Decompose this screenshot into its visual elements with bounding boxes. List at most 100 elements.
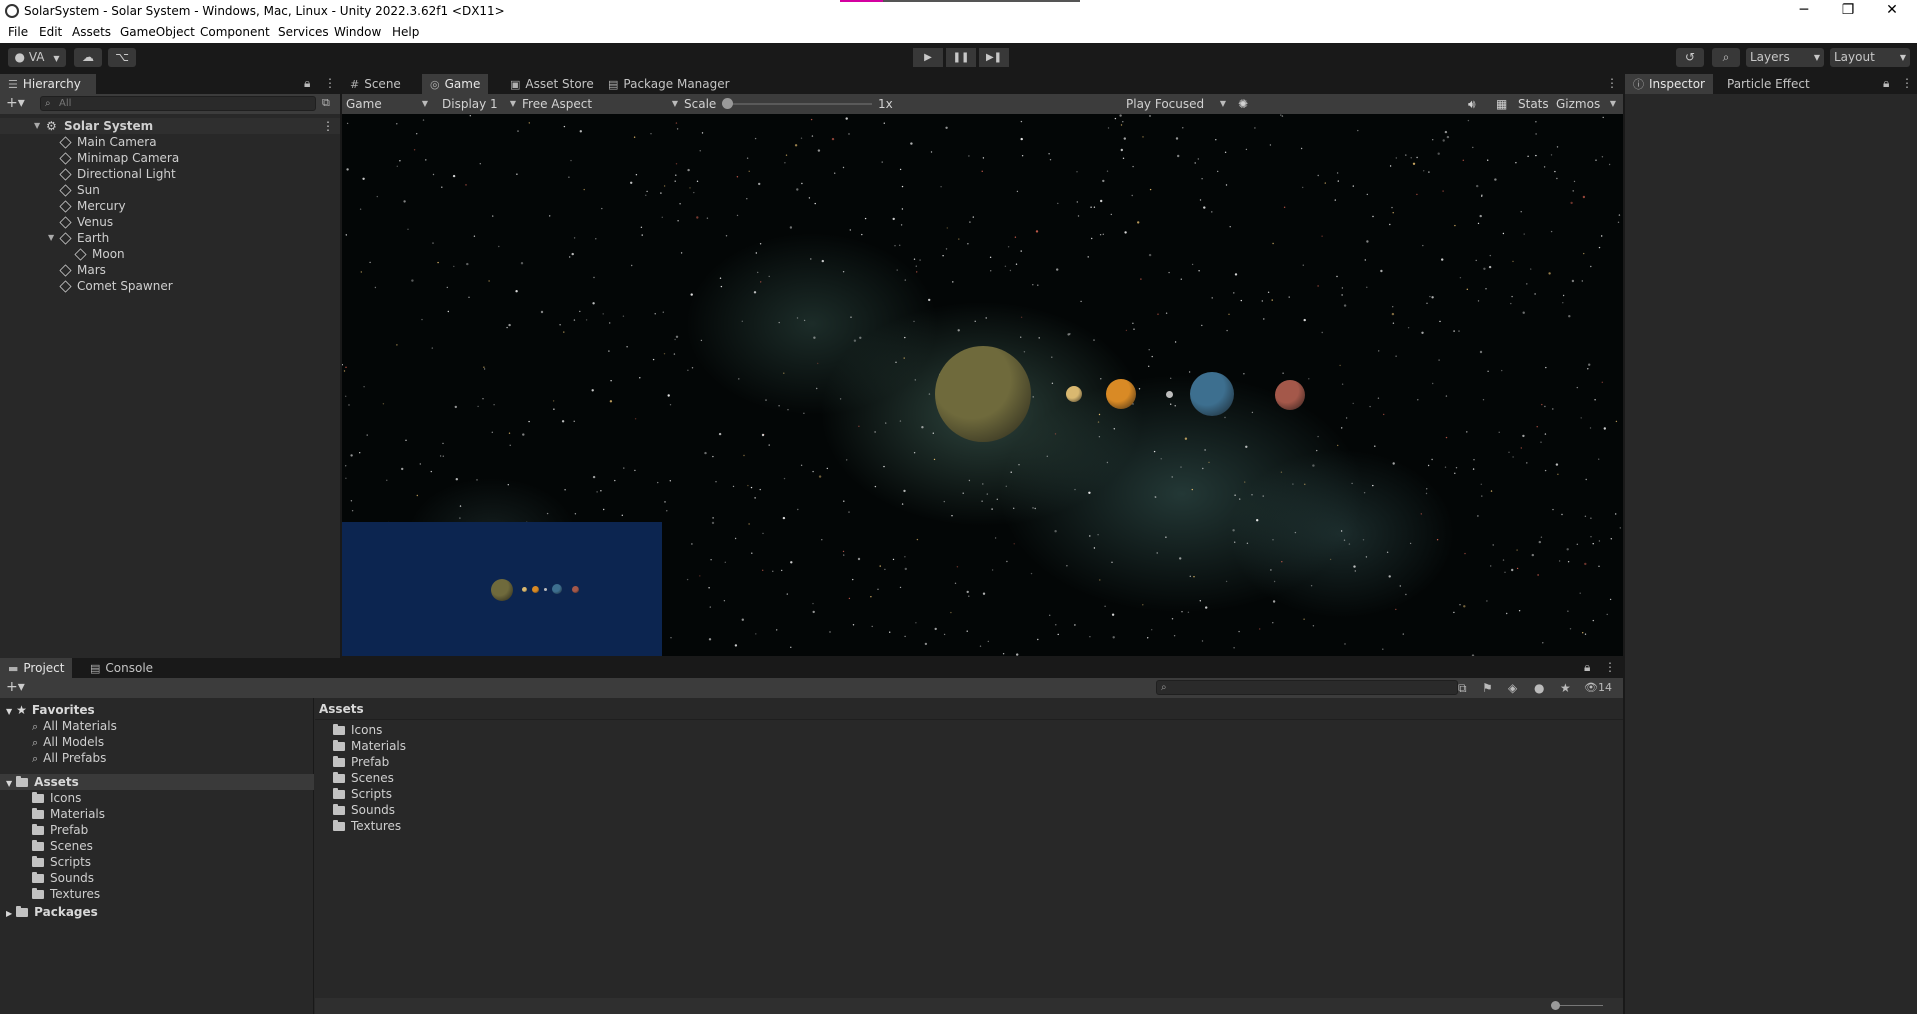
tree-row-earth[interactable]: ▼ Earth [0, 230, 340, 246]
pause-button[interactable]: ❚❚ [946, 48, 976, 67]
tree-row-main-camera[interactable]: Main Camera [0, 134, 340, 150]
asset-folder-item[interactable]: Scripts [32, 854, 91, 870]
menu-assets[interactable]: Assets [72, 25, 111, 39]
tree-row-mercury[interactable]: Mercury [0, 198, 340, 214]
packages-header[interactable]: ▶ Packages [6, 904, 98, 920]
tree-row-minimap-camera[interactable]: Minimap Camera [0, 150, 340, 166]
asset-folder-item[interactable]: Icons [32, 790, 81, 806]
menu-edit[interactable]: Edit [39, 25, 62, 39]
asset-list-item[interactable]: Prefab [333, 754, 389, 770]
search-by-type-icon[interactable]: ⧉ [1458, 681, 1467, 696]
tree-row-directional-light[interactable]: Directional Light [0, 166, 340, 182]
star [1610, 538, 1613, 540]
tab-particle-effect[interactable]: Particle Effect [1719, 74, 1818, 94]
scene-menu-icon[interactable]: ⋮ [322, 118, 334, 134]
tab-project[interactable]: ▬ Project [0, 658, 73, 678]
stats-button[interactable]: Stats [1518, 96, 1549, 112]
tab-inspector[interactable]: ⓘ Inspector [1625, 74, 1713, 94]
tab-package-manager[interactable]: ▤ Package Manager [600, 74, 738, 94]
warning-filter-icon[interactable]: ● [1534, 681, 1544, 695]
play-button[interactable]: ▶ [913, 48, 943, 67]
panel-menu-icon[interactable]: ⋮ [324, 76, 336, 90]
zoom-slider-track[interactable] [1553, 1005, 1603, 1006]
tree-row-sun[interactable]: Sun [0, 182, 340, 198]
tab-console[interactable]: ▤ Console [82, 658, 161, 678]
create-asset-button[interactable]: +▾ [6, 679, 25, 695]
tree-row-comet-spawner[interactable]: Comet Spawner [0, 278, 340, 294]
menu-file[interactable]: File [8, 25, 28, 39]
expand-arrow-icon[interactable]: ▼ [48, 230, 54, 246]
gizmos-dropdown[interactable]: Gizmos ▼ [1556, 96, 1620, 112]
scale-slider-handle[interactable] [722, 98, 733, 109]
asset-folder-item[interactable]: Textures [32, 886, 100, 902]
search-by-label-icon[interactable]: ⚑ [1482, 681, 1493, 695]
audio-icon[interactable]: 🔊︎ [1468, 96, 1476, 112]
version-control-button[interactable]: ⌥ [108, 48, 136, 67]
panel-menu-icon[interactable]: ⋮ [1901, 76, 1913, 90]
expand-arrow-icon[interactable]: ▼ [34, 118, 40, 134]
undo-history-button[interactable]: ↺ [1676, 48, 1704, 67]
account-dropdown[interactable]: ● VA ▼ [8, 48, 66, 67]
menu-help[interactable]: Help [392, 25, 419, 39]
project-search-input[interactable]: ⌕ [1156, 680, 1458, 695]
assets-header[interactable]: ▼ Assets [0, 774, 314, 790]
scene-visibility-icon[interactable]: ⧉ [322, 96, 330, 110]
menu-window[interactable]: Window [334, 25, 381, 39]
cloud-button[interactable]: ☁ [74, 48, 102, 67]
asset-list-item[interactable]: Materials [333, 738, 406, 754]
hierarchy-search-input[interactable]: ⌕ All [40, 96, 316, 111]
favorite-star-icon[interactable]: ★ [1560, 681, 1571, 695]
close-button[interactable]: ✕ [1870, 0, 1914, 22]
star [811, 135, 814, 137]
tab-game[interactable]: ◎ Game [422, 74, 489, 94]
tree-row-venus[interactable]: Venus [0, 214, 340, 230]
tag-icon[interactable]: ◈ [1508, 681, 1517, 695]
hidden-packages-count[interactable]: 👁︎14 [1584, 681, 1612, 694]
divider [315, 719, 1623, 720]
asset-list-item[interactable]: Icons [333, 722, 382, 738]
bug-icon[interactable]: ✺ [1238, 96, 1248, 112]
asset-list-item[interactable]: Sounds [333, 802, 395, 818]
lock-icon[interactable]: 🔒︎ [1883, 76, 1889, 91]
asset-list-item[interactable]: Scenes [333, 770, 394, 786]
stats-icon[interactable]: ▦ [1496, 96, 1507, 112]
layers-dropdown[interactable]: Layers ▼ [1746, 48, 1824, 67]
favorite-item[interactable]: ⌕ All Prefabs [32, 750, 106, 766]
panel-menu-icon[interactable]: ⋮ [1606, 76, 1618, 90]
asset-list-item[interactable]: Textures [333, 818, 401, 834]
zoom-slider-handle[interactable] [1551, 1001, 1560, 1010]
asset-folder-item[interactable]: Sounds [32, 870, 94, 886]
asset-list-item[interactable]: Scripts [333, 786, 392, 802]
panel-menu-icon[interactable]: ⋮ [1604, 660, 1616, 674]
play-focused-dropdown[interactable]: Play Focused ▼ [1126, 96, 1230, 112]
lock-icon[interactable]: 🔒︎ [1584, 660, 1590, 675]
layout-dropdown[interactable]: Layout ▼ [1830, 48, 1910, 67]
tab-asset-store[interactable]: ▣ Asset Store [502, 74, 602, 94]
favorite-item[interactable]: ⌕ All Models [32, 734, 104, 750]
asset-folder-item[interactable]: Prefab [32, 822, 88, 838]
game-render[interactable] [342, 114, 1623, 656]
display-dropdown[interactable]: Display 1 ▼ [442, 96, 520, 112]
favorites-header[interactable]: ▼ ★ Favorites [6, 702, 95, 718]
menu-gameobject[interactable]: GameObject [120, 25, 195, 39]
aspect-dropdown[interactable]: Free Aspect ▼ [522, 96, 682, 112]
minimize-button[interactable]: ─ [1782, 0, 1826, 22]
add-object-button[interactable]: +▾ [6, 95, 25, 111]
favorite-item[interactable]: ⌕ All Materials [32, 718, 117, 734]
restore-button[interactable]: ❐ [1826, 0, 1870, 22]
asset-folder-item[interactable]: Materials [32, 806, 105, 822]
tree-row-moon[interactable]: Moon [0, 246, 340, 262]
breadcrumb[interactable]: Assets [319, 701, 364, 717]
lock-icon[interactable]: 🔒︎ [304, 76, 310, 91]
scale-slider-track[interactable] [722, 103, 872, 105]
step-button[interactable]: ▶❚ [979, 48, 1009, 67]
game-mode-dropdown[interactable]: Game ▼ [346, 96, 432, 112]
tab-scene[interactable]: # Scene [342, 74, 409, 94]
tab-hierarchy[interactable]: ☰ Hierarchy [0, 74, 96, 94]
search-button[interactable]: ⌕ [1712, 48, 1740, 67]
tree-row-scene-root[interactable]: ▼ ⚙ Solar System ⋮ [0, 118, 340, 134]
menu-services[interactable]: Services [278, 25, 329, 39]
asset-folder-item[interactable]: Scenes [32, 838, 93, 854]
menu-component[interactable]: Component [200, 25, 270, 39]
tree-row-mars[interactable]: Mars [0, 262, 340, 278]
